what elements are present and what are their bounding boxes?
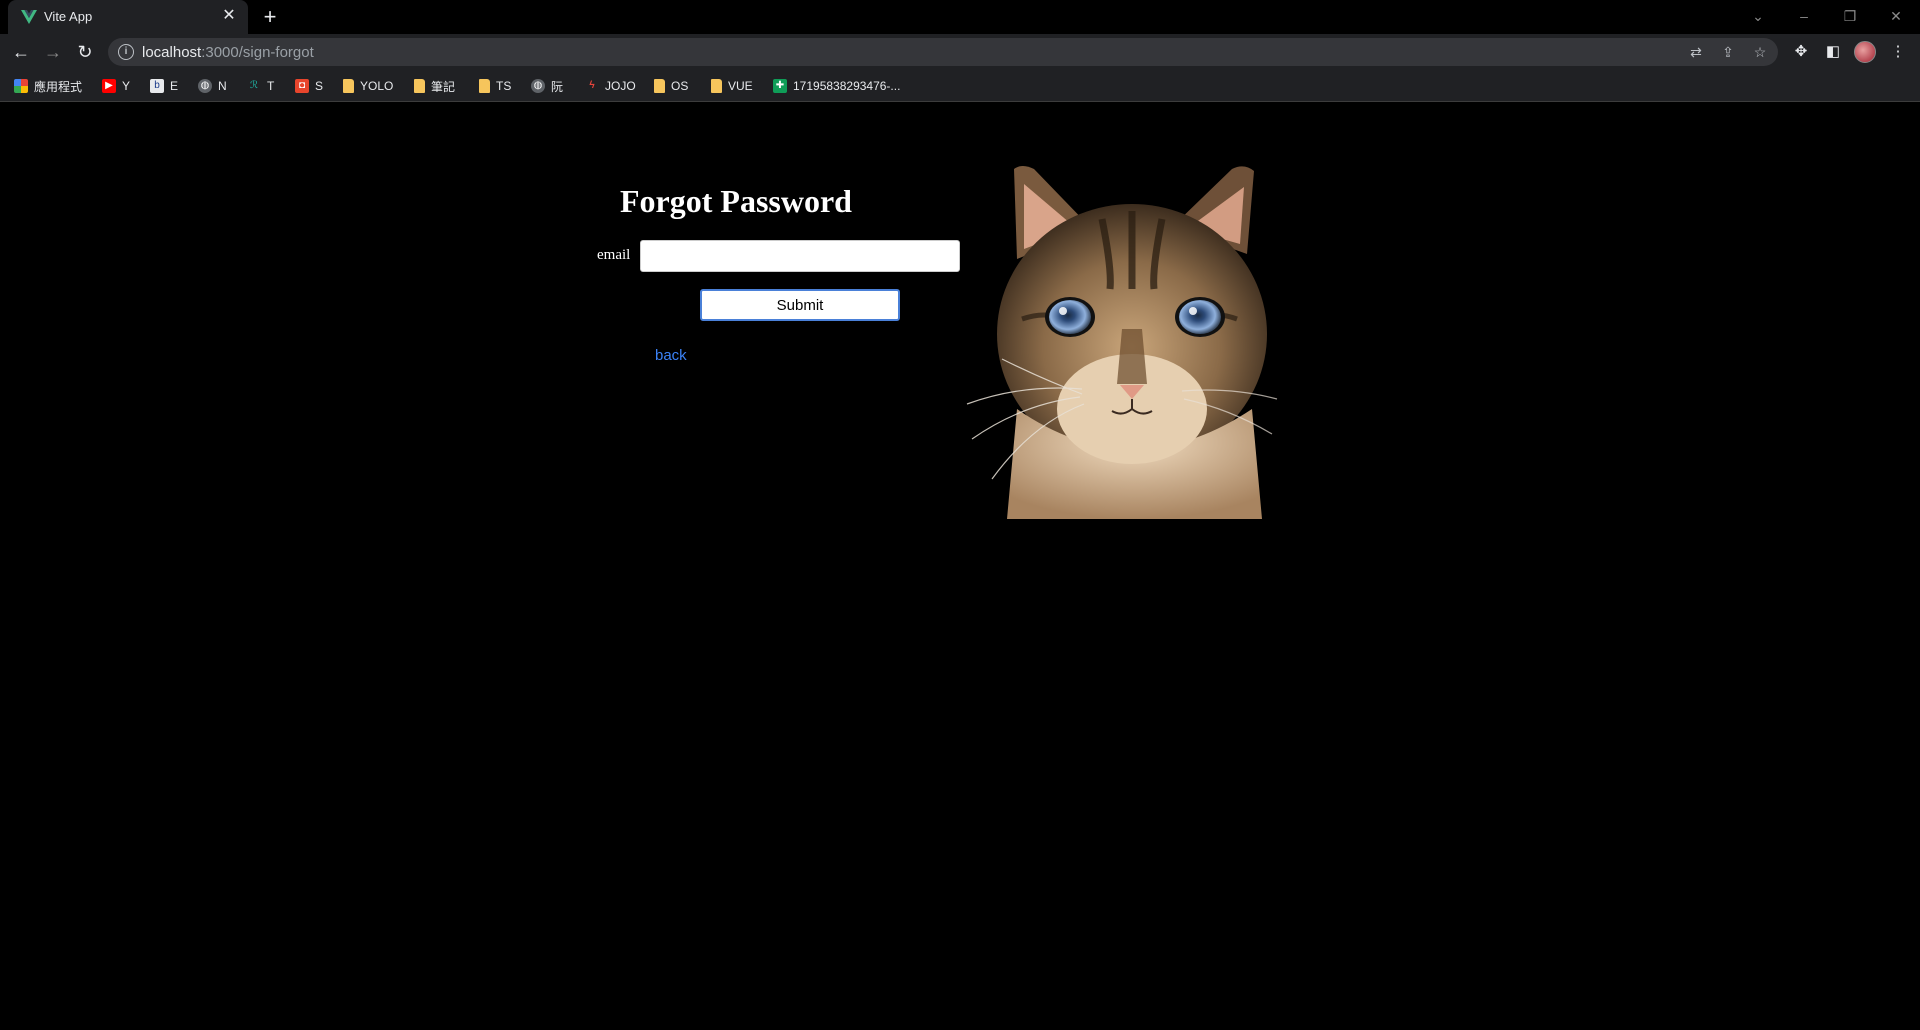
tab-strip: Vite App ✕ + ⌄ – ❐ ✕ (0, 0, 1920, 34)
page-content: Forgot Password email Submit back (0, 103, 1920, 1030)
bookmark-sheet[interactable]: ✚ 17195838293476-... (773, 77, 900, 95)
bag-icon: ◘ (295, 79, 309, 93)
reload-icon[interactable]: ↻ (73, 40, 97, 64)
globe-icon: ◍ (531, 79, 545, 93)
back-arrow-icon[interactable]: ← (9, 40, 33, 64)
youtube-icon: ▶ (102, 79, 116, 93)
site-icon: ϟ (589, 80, 595, 91)
folder-icon (711, 79, 722, 93)
extensions-icon[interactable]: ✥ (1789, 40, 1813, 64)
new-tab-icon[interactable]: + (258, 6, 282, 30)
bookmark-label: 17195838293476-... (793, 79, 901, 93)
folder-icon (414, 79, 425, 93)
bookmark-star-icon[interactable]: ☆ (1750, 42, 1770, 62)
bookmark-ts[interactable]: TS (479, 77, 511, 95)
share-icon[interactable]: ⇪ (1718, 42, 1738, 62)
bookmark-n[interactable]: ◍ N (198, 77, 227, 95)
side-panel-icon[interactable]: ◧ (1821, 40, 1845, 64)
forward-arrow-icon[interactable]: → (41, 40, 65, 64)
bookmark-yolo[interactable]: YOLO (343, 77, 393, 95)
sheets-icon: ✚ (773, 79, 787, 93)
address-bar[interactable]: i localhost:3000/sign-forgot ⇄ ⇪ ☆ (108, 38, 1778, 66)
bookmark-label: YOLO (360, 79, 394, 93)
bookmark-apps[interactable]: 應用程式 (14, 77, 82, 95)
bookmark-jojo[interactable]: ϟ JOJO (585, 77, 636, 95)
bookmark-label: 應用程式 (34, 79, 83, 94)
url-host: localhost (142, 44, 202, 61)
bookmark-label: 阮 (551, 79, 564, 94)
close-tab-icon[interactable]: ✕ (220, 7, 238, 25)
bookmark-label: Y (122, 79, 131, 93)
back-link[interactable]: back (655, 347, 687, 364)
site-icon: b (150, 79, 164, 93)
restore-icon[interactable]: ❐ (1832, 4, 1868, 28)
cat-image (966, 166, 1278, 519)
bookmark-os[interactable]: OS (654, 77, 688, 95)
bookmark-vue[interactable]: VUE (711, 77, 753, 95)
submit-button[interactable]: Submit (700, 289, 900, 321)
folder-icon (343, 79, 354, 93)
bookmark-s[interactable]: ◘ S (295, 77, 323, 95)
url-text[interactable]: localhost:3000/sign-forgot (142, 44, 314, 61)
bookmarks-bar: 應用程式 ▶ Y b E ◍ N ℛ T ◘ S YOLO 筆記 TS ◍ 阮 … (0, 70, 1920, 102)
bookmark-label: E (170, 79, 179, 93)
bookmark-e[interactable]: b E (150, 77, 178, 95)
tab-active[interactable]: Vite App ✕ (8, 0, 248, 34)
bookmark-label: 筆記 (431, 79, 456, 94)
browser-chrome: Vite App ✕ + ⌄ – ❐ ✕ ← → ↻ i localhost:3… (0, 0, 1920, 103)
profile-avatar[interactable] (1854, 41, 1876, 63)
bookmark-y[interactable]: ▶ Y (102, 77, 130, 95)
url-path: :3000/sign-forgot (201, 44, 314, 61)
email-field[interactable] (640, 240, 960, 272)
bookmark-ruan[interactable]: ◍ 阮 (531, 77, 563, 95)
bookmark-label: VUE (728, 79, 753, 93)
bookmark-label: S (315, 79, 324, 93)
email-label: email (597, 247, 631, 263)
bookmark-label: N (218, 79, 227, 93)
bookmark-label: JOJO (605, 79, 636, 93)
bookmark-label: T (267, 79, 275, 93)
menu-kebab-icon[interactable]: ⋮ (1886, 40, 1910, 64)
site-icon: ℛ (250, 80, 258, 91)
folder-icon (479, 79, 490, 93)
page-title: Forgot Password (620, 183, 852, 219)
globe-icon: ◍ (198, 79, 212, 93)
bookmark-t[interactable]: ℛ T (247, 77, 274, 95)
bookmark-notes[interactable]: 筆記 (414, 77, 455, 95)
bookmark-label: TS (496, 79, 512, 93)
close-window-icon[interactable]: ✕ (1878, 4, 1914, 28)
site-info-icon[interactable]: i (118, 44, 134, 60)
apps-grid-icon (14, 79, 28, 93)
minimize-icon[interactable]: – (1786, 4, 1822, 28)
tab-title: Vite App (44, 9, 93, 24)
bookmark-label: OS (671, 79, 689, 93)
folder-icon (654, 79, 665, 93)
tab-search-icon[interactable]: ⌄ (1740, 4, 1776, 28)
vite-logo-icon (21, 10, 37, 24)
toolbar: ← → ↻ i localhost:3000/sign-forgot ⇄ ⇪ ☆… (0, 34, 1920, 70)
translate-icon[interactable]: ⇄ (1686, 42, 1706, 62)
